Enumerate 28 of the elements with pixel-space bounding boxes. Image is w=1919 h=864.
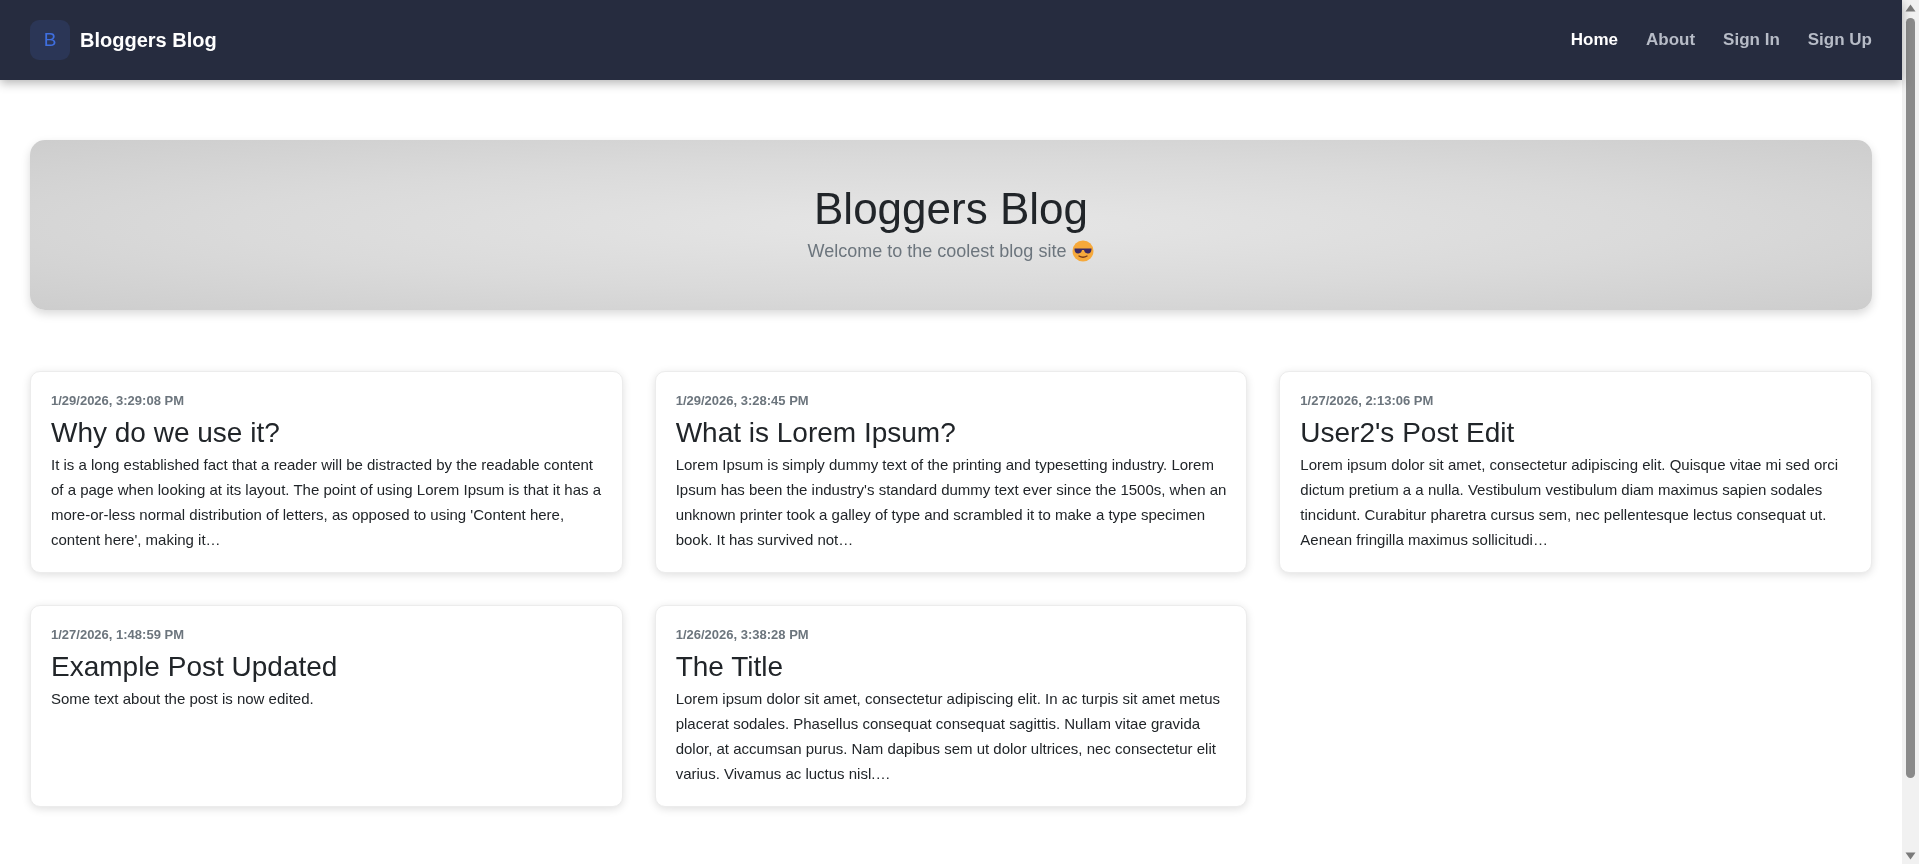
- scroll-down-arrow-icon[interactable]: [1905, 852, 1916, 860]
- post-excerpt: Lorem Ipsum is simply dummy text of the printing and typesetting industry. Lorem Ipsum has been the industry's standard dummy text ever since the 1500s, when an unknown printer took a galley of type and scrambled it to make a type specimen book. It has survived not…: [675, 455, 1227, 550]
- nav-link[interactable]: About: [1646, 27, 1696, 53]
- hero-subtitle: Welcome to the coolest blog site: [807, 240, 1067, 263]
- nav-link[interactable]: Sign Up: [1807, 27, 1872, 53]
- post-excerpt: It is a long established fact that a reader will be distracted by the readable content of a page when looking at its layout. The point of using Lorem Ipsum is that it has a more-or-less normal distribution of letters, as opposed to using 'Content here, content here', making it…: [51, 455, 602, 550]
- post-date: 1/27/2026, 2:13:06 PM: [1300, 392, 1435, 410]
- post-excerpt: Lorem ipsum dolor sit amet, consectetur adipiscing elit. In ac turpis sit amet metus placerat sodales. Phasellus consequat consequat sagittis. Nullam vitae gravida dolor, at accumsan purus. Nam dapibus sem ut dolor ultrices, nec consectetur elit varius. Vivamus ac luctus nisl.…: [675, 689, 1222, 784]
- scrollbar[interactable]: [1902, 0, 1919, 864]
- nav-link[interactable]: Sign In: [1723, 27, 1780, 53]
- post-title: Example Post Updated: [51, 650, 339, 684]
- post-date: 1/27/2026, 1:48:59 PM: [51, 626, 185, 644]
- post-date: 1/29/2026, 3:28:45 PM: [675, 392, 810, 410]
- post-date: 1/29/2026, 3:29:08 PM: [51, 392, 185, 410]
- post-title: The Title: [675, 650, 785, 684]
- post-excerpt: Lorem ipsum dolor sit amet, consectetur adipiscing elit. Quisque vitae mi sed orci dictum pretium a a nulla. Vestibulum vestibulum diam maximus sapien sodales tincidunt. Curabitur pharetra cursus sem, nec pellentesque lectus consequat ut. Aenean fringilla maximus sollicitudi…: [1300, 455, 1840, 550]
- post-card[interactable]: 1/27/2026, 1:48:59 PM Example Post Updated Some text about the post is now edited.: [30, 605, 623, 807]
- post-title: What is Lorem Ipsum?: [675, 416, 957, 450]
- sunglasses-emoji-icon: [1072, 240, 1095, 262]
- scroll-up-arrow-icon[interactable]: [1905, 4, 1916, 12]
- post-title: Why do we use it?: [51, 416, 281, 450]
- post-date: 1/26/2026, 3:38:28 PM: [675, 626, 810, 644]
- brand-link[interactable]: Bloggers Blog: [80, 25, 217, 55]
- hero-title: Bloggers Blog: [814, 183, 1088, 235]
- scrollbar-thumb[interactable]: [1906, 18, 1915, 778]
- post-excerpt: Some text about the post is now edited.: [51, 689, 315, 709]
- post-title: User2's Post Edit: [1300, 416, 1516, 450]
- nav-link[interactable]: Home: [1570, 27, 1618, 53]
